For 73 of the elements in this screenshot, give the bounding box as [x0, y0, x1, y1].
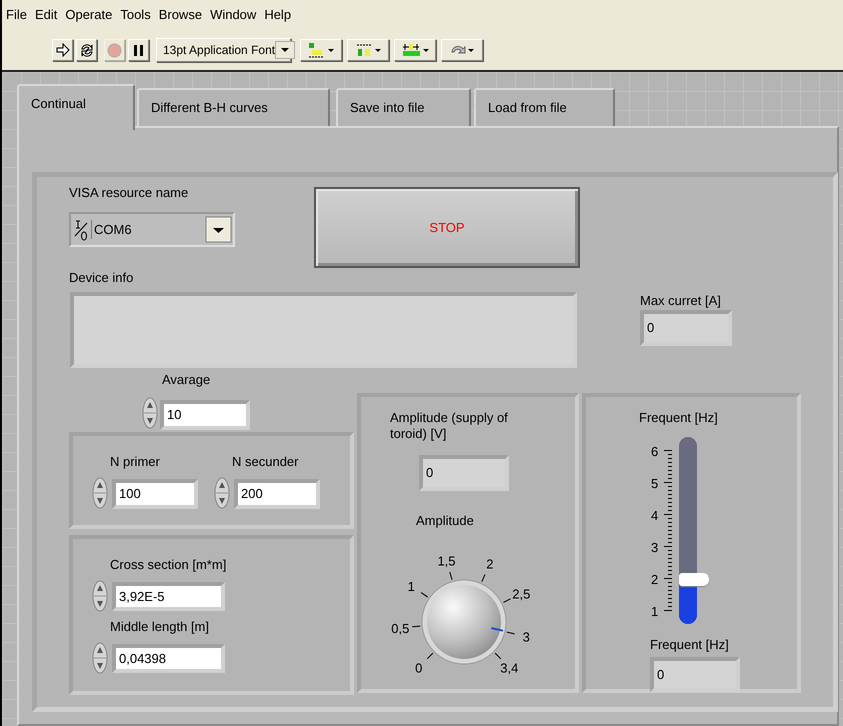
run-button[interactable] — [52, 39, 73, 61]
average-field[interactable]: 10 — [160, 400, 250, 430]
visa-resource-control[interactable]: COM6 — [69, 212, 235, 247]
max-current-display: 0 — [640, 310, 732, 346]
run-arrow-icon — [55, 42, 70, 58]
circular-arrows-icon — [79, 42, 94, 58]
menu-item[interactable]: Window — [208, 5, 262, 25]
control-label: Frequent [Hz] — [650, 636, 729, 654]
menu-item[interactable]: Operate — [63, 5, 118, 25]
scale-label: 1 — [651, 603, 658, 621]
control-label: VISA resource name — [69, 184, 188, 202]
scale-label: 2 — [651, 571, 658, 589]
spinner-button[interactable] — [92, 580, 108, 612]
scale-label: 3 — [651, 539, 658, 557]
control-label: Avarage — [162, 371, 210, 389]
distribute-objects-icon — [356, 44, 372, 56]
slider-thumb[interactable] — [679, 573, 709, 586]
middle-length-field[interactable]: 0,04398 — [112, 644, 225, 673]
menu-item[interactable]: Tools — [118, 5, 157, 25]
cross-section-field[interactable]: 3,92E-5 — [112, 582, 225, 611]
distribute-objects-button[interactable] — [347, 39, 389, 61]
spinner-button[interactable] — [92, 642, 108, 674]
tab[interactable]: Different B-H curves — [137, 88, 330, 128]
stop-sign-icon — [107, 42, 122, 58]
spinner-button[interactable] — [214, 477, 230, 509]
spinner-button[interactable] — [92, 477, 108, 509]
n-secunder-field[interactable]: 200 — [234, 479, 320, 509]
control-label: N secunder — [232, 453, 298, 471]
resize-objects-button[interactable] — [394, 39, 436, 61]
menu-item[interactable]: Browse — [156, 5, 208, 25]
menu-item[interactable]: File — [4, 5, 33, 25]
scale-label: 4 — [651, 507, 658, 525]
run-continuously-button[interactable] — [76, 39, 97, 61]
scale-label: 2 — [486, 556, 494, 572]
caret-icon — [422, 48, 428, 52]
scale-label: 1,5 — [437, 553, 456, 568]
scale-label: 5 — [651, 475, 658, 493]
control-label: Cross section [m*m] — [110, 556, 226, 574]
menu-item[interactable]: Edit — [32, 5, 64, 25]
n-primer-field[interactable]: 100 — [112, 479, 198, 509]
menu-item[interactable]: Help — [262, 5, 298, 25]
frequency-display: 0 — [650, 657, 740, 692]
control-label: Amplitude — [416, 512, 474, 530]
scale-label: 2,5 — [512, 586, 530, 602]
scale-label: 3 — [522, 630, 530, 645]
reorder-arrows-icon — [450, 46, 466, 54]
spinner-button[interactable] — [142, 397, 158, 429]
tab[interactable]: Save into file — [336, 88, 471, 128]
control-label: Max curret [A] — [640, 292, 721, 310]
scale-label: 0,5 — [391, 620, 410, 636]
pause-icon — [131, 42, 146, 58]
control-label: Amplitude (supply of toroid) [V] — [390, 410, 509, 442]
align-objects-button[interactable] — [300, 39, 342, 61]
control-label: Device info — [69, 269, 134, 287]
scale-label: 6 — [651, 443, 658, 461]
align-objects-icon — [308, 42, 326, 58]
pause-button[interactable] — [128, 39, 149, 61]
io-icon — [74, 218, 88, 240]
scale-label: 3,4 — [500, 660, 518, 676]
scale-label: 1 — [408, 578, 415, 594]
control-label: N primer — [110, 453, 160, 471]
tab[interactable]: Load from file — [474, 88, 615, 128]
amplitude-display: 0 — [419, 455, 509, 491]
control-label: Middle length [m] — [110, 618, 209, 636]
resize-objects-icon — [402, 43, 420, 57]
scale-label: 0 — [415, 660, 422, 676]
caret-icon — [468, 48, 474, 52]
control-label: Frequent [Hz] — [639, 409, 718, 427]
tab[interactable]: Continual — [17, 84, 135, 130]
caret-icon — [328, 48, 334, 52]
caret-icon — [374, 48, 380, 52]
reorder-button[interactable] — [441, 39, 483, 61]
slider-track[interactable] — [679, 437, 697, 624]
